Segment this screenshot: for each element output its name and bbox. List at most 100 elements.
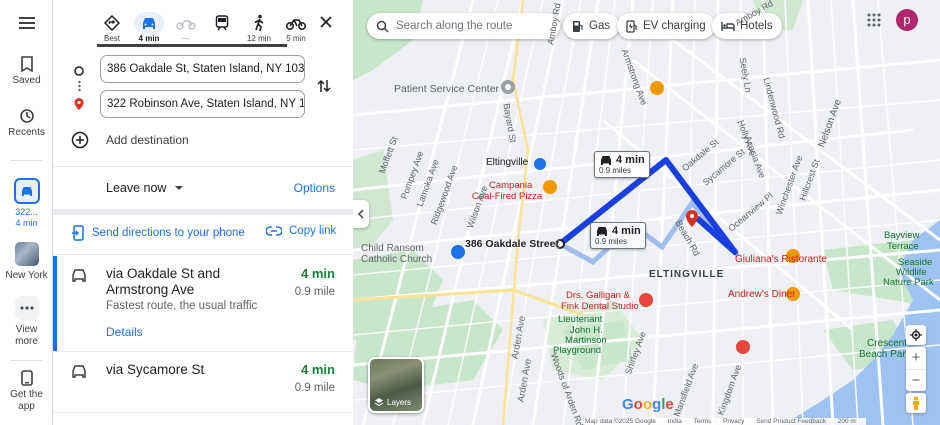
recents-label: Recents: [8, 127, 45, 138]
destination-input[interactable]: 322 Robinson Ave, Staten Island, NY 1031: [100, 90, 305, 118]
gas-station-icon: [573, 20, 583, 32]
route-2-name: via Sycamore St: [106, 362, 205, 377]
leave-now-dropdown[interactable]: Leave now: [106, 181, 184, 195]
new-york-item[interactable]: New York: [0, 242, 53, 281]
origin-label[interactable]: 386 Oakdale Street: [465, 238, 559, 250]
share-divider: [53, 254, 353, 255]
footer-country[interactable]: India: [668, 418, 682, 425]
zoom-controls: + −: [906, 347, 926, 391]
poi-crescent-1[interactable]: Crescent: [867, 338, 907, 349]
footer-terms-link[interactable]: Terms: [694, 418, 712, 425]
motorcycle-icon: [176, 20, 196, 30]
mode-driving[interactable]: 4 min: [132, 12, 166, 43]
poi-eltingville-station[interactable]: Eltingville: [486, 157, 528, 168]
route-divider-2: [53, 412, 353, 413]
mode-walking-label: 12 min: [246, 34, 271, 43]
search-along-route-input[interactable]: Search along the route: [367, 13, 560, 39]
my-location-button[interactable]: [906, 325, 926, 345]
send-to-phone-button[interactable]: Send directions to your phone: [71, 225, 245, 241]
mode-driving-label: 4 min: [138, 34, 160, 43]
ev-charging-chip[interactable]: EV charging: [617, 13, 715, 39]
layers-icon: [374, 398, 384, 407]
route-option-1[interactable]: via Oakdale St and Armstrong Ave 4 min 0…: [53, 256, 353, 351]
saved-button[interactable]: Saved: [0, 56, 53, 86]
google-logo: Google: [622, 396, 674, 413]
car-icon: [21, 187, 32, 196]
account-avatar[interactable]: p: [896, 9, 918, 31]
zoom-in-button[interactable]: +: [906, 347, 926, 369]
link-icon: [266, 226, 282, 236]
poi-child-ransom-1[interactable]: Child Ransom: [361, 243, 424, 254]
close-directions-button[interactable]: [317, 13, 335, 36]
footer-feedback-link[interactable]: Send Product Feedback: [756, 418, 826, 425]
car-icon: [72, 269, 86, 282]
origin-input[interactable]: 386 Oakdale St, Staten Island, NY 10312,…: [100, 55, 305, 83]
recents-button[interactable]: Recents: [0, 108, 53, 138]
swap-button[interactable]: [317, 78, 331, 99]
gas-chip[interactable]: Gas: [563, 13, 620, 39]
street-view-button[interactable]: [906, 393, 926, 413]
poi-seaside-3[interactable]: Nature Park: [883, 277, 934, 288]
poi-patient-service[interactable]: Patient Service Center: [394, 83, 499, 95]
poi-giuliana[interactable]: Giuliana's Ristorante: [735, 254, 827, 265]
close-icon: [320, 16, 332, 28]
destination-pin-icon: [73, 97, 85, 116]
footer-privacy-link[interactable]: Privacy: [723, 418, 744, 425]
phone-icon: [20, 370, 33, 386]
collapse-panel-button[interactable]: [353, 200, 369, 228]
poi-lieutenant-4[interactable]: Playground: [553, 345, 601, 356]
poi-crescent-2[interactable]: Beach Park: [859, 349, 911, 360]
mode-cycling-label: 5 min: [286, 34, 306, 43]
route-option-2[interactable]: via Sycamore St 4 min 0.9 mile: [53, 352, 353, 412]
bicycle-icon: [286, 19, 306, 30]
panel-divider: [53, 166, 353, 167]
mode-motorcycle-label: —: [182, 34, 190, 43]
poi-bayview-1: Bayview: [884, 230, 920, 241]
mode-underline: [97, 44, 287, 47]
bed-icon: [721, 21, 735, 31]
poi-lieutenant-1[interactable]: Lieutenant: [558, 314, 602, 325]
callout-main-distance: 0.9 miles: [599, 166, 632, 175]
poi-galligan-1[interactable]: Drs. Galligan &: [566, 290, 630, 301]
search-placeholder: Search along the route: [396, 20, 513, 32]
menu-button[interactable]: [0, 16, 53, 33]
recent-route-item[interactable]: 322... 4 min: [0, 178, 53, 229]
new-york-thumbnail: [14, 242, 39, 266]
route-1-details-button[interactable]: Details: [106, 325, 143, 339]
car-icon: [601, 156, 611, 165]
layers-button[interactable]: Layers: [368, 357, 424, 413]
add-destination-button[interactable]: Add destination: [71, 131, 189, 149]
mode-walking[interactable]: 12 min: [242, 12, 276, 43]
hamburger-icon: [18, 17, 35, 29]
mode-transit[interactable]: [205, 12, 239, 34]
route-callout-alt[interactable]: 4 min 0.9 miles: [590, 222, 646, 249]
add-circle-icon: [71, 131, 89, 149]
send-to-phone-label: Send directions to your phone: [92, 227, 245, 239]
poi-galligan-2[interactable]: Fink Dental Studio: [561, 301, 639, 312]
google-apps-button[interactable]: [867, 13, 881, 32]
poi-child-ransom-2[interactable]: Catholic Church: [361, 254, 432, 265]
options-button[interactable]: Options: [294, 181, 335, 195]
mode-motorcycle[interactable]: —: [169, 12, 203, 43]
callout-alt-distance: 0.9 miles: [595, 237, 628, 246]
poi-andrews[interactable]: Andrew's Diner: [728, 289, 796, 300]
car-icon: [597, 227, 607, 236]
map-canvas[interactable]: Search along the route Gas EV charging H…: [353, 0, 940, 425]
new-york-label: New York: [5, 270, 48, 281]
layers-label: Layers: [387, 397, 412, 407]
transit-icon: [215, 15, 229, 31]
map-scale[interactable]: 200 m: [838, 418, 856, 425]
best-route-icon: [104, 15, 120, 31]
section-divider: [53, 209, 353, 215]
mode-best[interactable]: Best: [95, 12, 129, 43]
map-data-credit: Map data ©2025 Google: [585, 418, 656, 425]
view-more-button[interactable]: View more: [0, 296, 53, 348]
route-dots-icon: [78, 79, 81, 97]
poi-campania-1[interactable]: Campania: [489, 180, 532, 191]
route-callout-main[interactable]: 4 min 0.9 miles: [594, 151, 650, 178]
zoom-out-button[interactable]: −: [906, 370, 926, 392]
ev-charging-icon: [626, 19, 637, 33]
get-app-button[interactable]: Get the app: [0, 370, 53, 413]
mode-cycling[interactable]: 5 min: [279, 12, 313, 43]
copy-link-button[interactable]: Copy link: [266, 225, 336, 237]
